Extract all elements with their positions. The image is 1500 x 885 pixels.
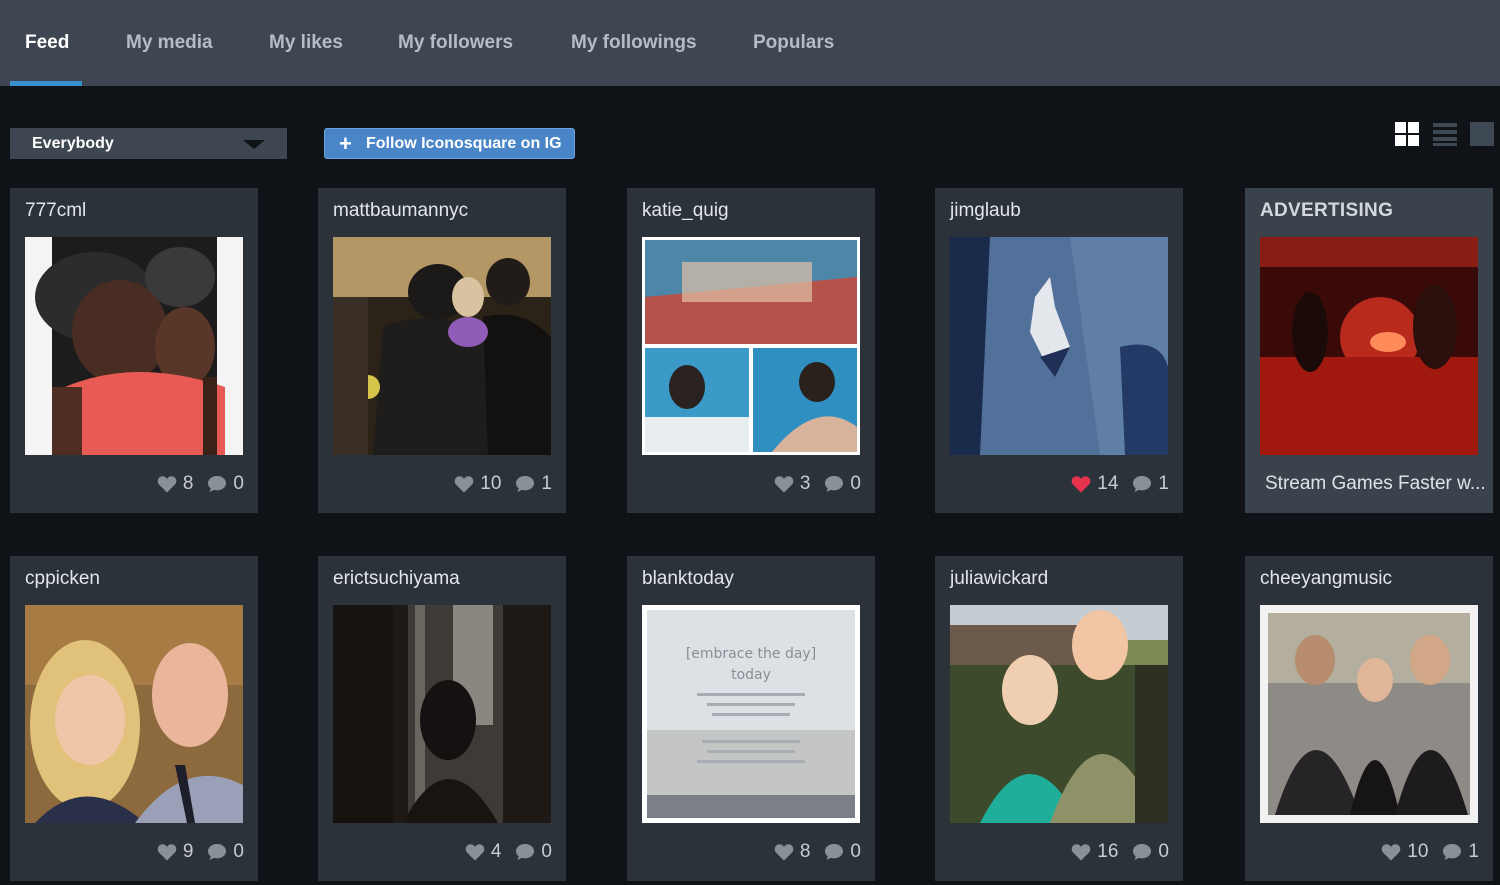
card-stats: 14 1 [1071, 473, 1169, 495]
card-username[interactable]: cheeyangmusic [1260, 568, 1392, 590]
follow-iconosquare-button[interactable]: + Follow Iconosquare on IG [324, 128, 575, 159]
like-count: 3 [799, 473, 811, 494]
heart-icon[interactable] [774, 475, 794, 493]
media-photo[interactable] [950, 605, 1168, 823]
media-card[interactable]: juliawickard 16 0 [935, 556, 1183, 881]
audience-filter-select[interactable]: Everybody [10, 128, 287, 159]
media-card[interactable]: mattbaumannyc 10 1 [318, 188, 566, 513]
single-view-icon[interactable] [1470, 122, 1494, 146]
tab-populars[interactable]: Populars [753, 0, 834, 86]
card-stats: 8 0 [157, 473, 244, 495]
comment-count: 0 [233, 841, 244, 862]
card-username[interactable]: katie_quig [642, 200, 729, 222]
comment-count: 0 [541, 841, 552, 862]
like-count: 10 [480, 473, 502, 494]
media-card[interactable]: katie_quig 3 0 [627, 188, 875, 513]
comment-icon[interactable] [1442, 843, 1462, 861]
media-photo[interactable] [25, 237, 243, 455]
chevron-down-icon [243, 140, 265, 149]
like-count: 10 [1407, 841, 1429, 862]
tab-feed[interactable]: Feed [25, 0, 69, 86]
heart-icon[interactable] [157, 475, 177, 493]
heart-icon[interactable] [157, 843, 177, 861]
card-username[interactable]: erictsuchiyama [333, 568, 460, 590]
media-photo[interactable] [25, 605, 243, 823]
comment-icon[interactable] [207, 475, 227, 493]
like-count: 8 [182, 473, 194, 494]
top-nav: Feed My media My likes My followers My f… [0, 0, 1500, 86]
comment-count: 1 [541, 473, 552, 494]
card-stats: 8 0 [774, 841, 861, 863]
media-card[interactable]: erictsuchiyama 4 0 [318, 556, 566, 881]
like-count: 14 [1097, 473, 1119, 494]
media-card[interactable]: cppicken 9 0 [10, 556, 258, 881]
comment-icon[interactable] [515, 475, 535, 493]
comment-count: 1 [1468, 841, 1479, 862]
comment-count: 0 [1158, 841, 1169, 862]
ad-caption[interactable]: Stream Games Faster w... [1265, 473, 1486, 495]
like-count: 4 [490, 841, 502, 862]
like-count: 16 [1097, 841, 1119, 862]
media-photo[interactable] [642, 237, 860, 455]
comment-count: 0 [233, 473, 244, 494]
card-stats: 16 0 [1071, 841, 1169, 863]
media-card[interactable]: cheeyangmusic 10 1 [1245, 556, 1493, 881]
card-username[interactable]: mattbaumannyc [333, 200, 468, 222]
heart-icon[interactable] [1071, 843, 1091, 861]
follow-button-label: Follow Iconosquare on IG [366, 135, 562, 152]
card-username[interactable]: juliawickard [950, 568, 1048, 590]
heart-icon[interactable] [1071, 475, 1091, 493]
heart-icon[interactable] [454, 475, 474, 493]
card-username[interactable]: blanktoday [642, 568, 734, 590]
comment-count: 1 [1158, 473, 1169, 494]
media-photo[interactable] [333, 605, 551, 823]
like-count: 8 [799, 841, 811, 862]
card-stats: 10 1 [1381, 841, 1479, 863]
media-photo[interactable] [333, 237, 551, 455]
card-username[interactable]: 777cml [25, 200, 86, 222]
comment-icon[interactable] [1132, 475, 1152, 493]
comment-count: 0 [850, 473, 861, 494]
heart-icon[interactable] [1381, 843, 1401, 861]
ad-image[interactable] [1260, 237, 1478, 455]
advertising-card[interactable]: ADVERTISING Stream Games Faster w... [1245, 188, 1493, 513]
media-card[interactable]: 777cml 8 0 [10, 188, 258, 513]
media-card[interactable]: blanktoday [embrace the day] today 8 0 [627, 556, 875, 881]
audience-filter-value: Everybody [32, 135, 114, 152]
comment-icon[interactable] [824, 475, 844, 493]
card-username[interactable]: cppicken [25, 568, 100, 590]
media-photo[interactable] [950, 237, 1168, 455]
comment-icon[interactable] [515, 843, 535, 861]
card-stats: 4 0 [465, 841, 552, 863]
media-card[interactable]: jimglaub 14 1 [935, 188, 1183, 513]
media-photo[interactable]: [embrace the day] today [642, 605, 860, 823]
card-stats: 9 0 [157, 841, 244, 863]
comment-icon[interactable] [824, 843, 844, 861]
comment-icon[interactable] [207, 843, 227, 861]
photo-text-line-2: today [731, 667, 771, 683]
plus-icon: + [339, 131, 352, 156]
like-count: 9 [182, 841, 194, 862]
comment-count: 0 [850, 841, 861, 862]
tab-my-likes[interactable]: My likes [269, 0, 343, 86]
tab-my-media[interactable]: My media [126, 0, 213, 86]
heart-icon[interactable] [774, 843, 794, 861]
card-stats: 10 1 [454, 473, 552, 495]
feed-toolbar: Everybody + Follow Iconosquare on IG [0, 86, 1500, 186]
card-stats: 3 0 [774, 473, 861, 495]
media-photo[interactable] [1260, 605, 1478, 823]
heart-icon[interactable] [465, 843, 485, 861]
grid-view-icon[interactable] [1395, 122, 1419, 146]
comment-icon[interactable] [1132, 843, 1152, 861]
tab-my-followings[interactable]: My followings [571, 0, 697, 86]
photo-text-line-1: [embrace the day] [686, 646, 816, 662]
advertising-heading: ADVERTISING [1260, 200, 1394, 221]
list-view-icon[interactable] [1433, 122, 1457, 146]
card-username[interactable]: jimglaub [950, 200, 1021, 222]
tab-my-followers[interactable]: My followers [398, 0, 513, 86]
